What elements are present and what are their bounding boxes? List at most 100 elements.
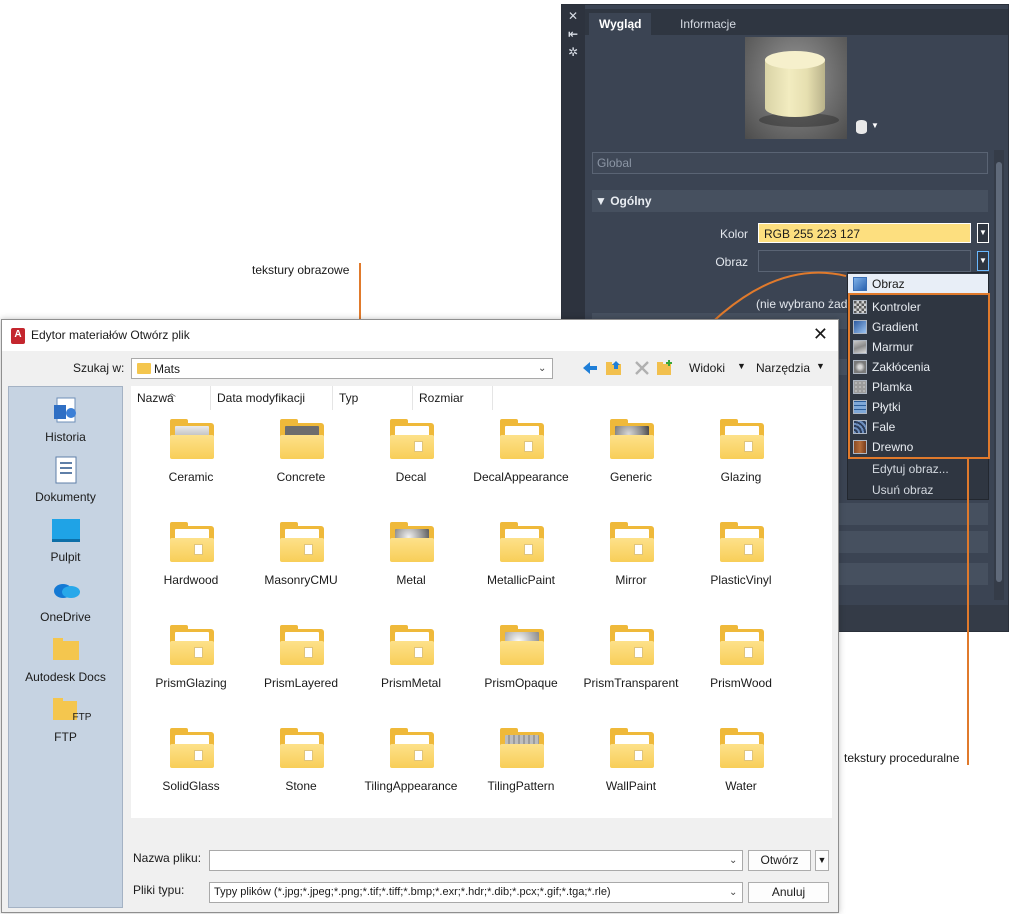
chevron-down-icon: ⌄	[729, 855, 738, 866]
folder-item[interactable]: WallPaint	[576, 728, 686, 822]
folder-item[interactable]: PrismMetal	[356, 625, 466, 719]
desktop-icon	[52, 519, 80, 542]
sort-asc-icon: ︿	[167, 388, 177, 398]
folder-icon	[137, 363, 151, 374]
cancel-button[interactable]: Anuluj	[748, 882, 829, 903]
folder-item[interactable]: DecalAppearance	[466, 419, 576, 513]
place-label: OneDrive	[40, 610, 91, 624]
close-icon[interactable]: ✕	[566, 9, 580, 23]
chevron-down-icon: ▼	[871, 121, 879, 130]
image-menu-button[interactable]: ▼	[977, 251, 989, 271]
file-list[interactable]: ︿ Nazwa Data modyfikacji Typ Rozmiar Cer…	[131, 386, 832, 818]
folder-item[interactable]: SolidGlass	[136, 728, 246, 822]
column-header-size[interactable]: Rozmiar	[413, 386, 493, 410]
section-general-title: Ogólny	[610, 194, 652, 208]
preview-shape-picker[interactable]: ▼	[856, 119, 884, 137]
folder-icon	[500, 625, 544, 665]
autocad-logo-icon: A	[11, 328, 25, 344]
chevron-down-icon: ⌄	[538, 363, 547, 374]
folder-icon	[720, 419, 764, 459]
dialog-titlebar: A Edytor materiałów Otwórz plik ✕	[2, 320, 838, 351]
column-header-name[interactable]: ︿ Nazwa	[131, 386, 211, 410]
folder-item[interactable]: PrismTransparent	[576, 625, 686, 719]
column-header-date[interactable]: Data modyfikacji	[211, 386, 333, 410]
scrollbar-thumb[interactable]	[996, 162, 1002, 582]
folder-item[interactable]: MasonryCMU	[246, 522, 356, 616]
folder-item[interactable]: PrismLayered	[246, 625, 356, 719]
open-button[interactable]: Otwórz	[748, 850, 811, 871]
color-value-field[interactable]: RGB 255 223 127	[758, 223, 971, 243]
file-type-select[interactable]: Typy plików (*.jpg;*.jpeg;*.png;*.tif;*.…	[209, 882, 743, 903]
folder-icon	[720, 625, 764, 665]
folder-icon	[610, 419, 654, 459]
folder-item[interactable]: MetallicPaint	[466, 522, 576, 616]
folder-icon	[390, 728, 434, 768]
folder-item[interactable]: TilingAppearance	[356, 728, 466, 822]
up-folder-icon[interactable]	[605, 359, 623, 377]
file-type-label: Pliki typu:	[133, 883, 185, 897]
folder-item[interactable]: PrismOpaque	[466, 625, 576, 719]
file-type-value: Typy plików (*.jpg;*.jpeg;*.png;*.tif;*.…	[214, 886, 611, 898]
look-in-label: Szukaj w:	[73, 361, 125, 375]
folder-item[interactable]: Metal	[356, 522, 466, 616]
place-label: Pulpit	[50, 550, 81, 564]
tab-informacje[interactable]: Informacje	[670, 13, 746, 35]
delete-icon[interactable]	[633, 359, 651, 377]
folder-icon	[280, 728, 324, 768]
close-icon[interactable]: ✕	[813, 324, 828, 345]
folder-icon	[280, 419, 324, 459]
section-general[interactable]: ▼ Ogólny	[592, 190, 988, 212]
folder-icon	[170, 625, 214, 665]
folder-icon	[390, 625, 434, 665]
folder-icon	[390, 522, 434, 562]
folder-item[interactable]: TilingPattern	[466, 728, 576, 822]
tools-menu-button[interactable]: Narzędzia	[756, 361, 810, 375]
folder-icon	[53, 638, 79, 660]
folder-item[interactable]: Ceramic	[136, 419, 246, 513]
place-label: FTP	[54, 730, 77, 744]
menu-item-obraz[interactable]: Obraz	[848, 274, 988, 294]
palette-scrollbar[interactable]	[994, 150, 1004, 600]
dialog-title: Edytor materiałów Otwórz plik	[31, 328, 190, 342]
material-name-field[interactable]: Global	[592, 152, 988, 174]
folder-item[interactable]: Generic	[576, 419, 686, 513]
folder-item[interactable]: Decal	[356, 419, 466, 513]
color-label: Kolor	[719, 227, 748, 241]
folder-icon	[500, 419, 544, 459]
chevron-down-icon[interactable]: ▼	[816, 361, 825, 371]
callout-procedural-textures: tekstury proceduralne	[844, 751, 960, 765]
folder-item[interactable]: Mirror	[576, 522, 686, 616]
chevron-down-icon[interactable]: ▼	[737, 361, 746, 371]
look-in-value: Mats	[154, 362, 181, 376]
back-arrow-icon[interactable]	[581, 359, 599, 377]
folder-item[interactable]: PrismWood	[686, 625, 796, 719]
file-name-label: Nazwa pliku:	[133, 851, 202, 865]
folder-item[interactable]: Glazing	[686, 419, 796, 513]
color-menu-button[interactable]: ▼	[977, 223, 989, 243]
folder-icon	[610, 625, 654, 665]
look-in-combo[interactable]: Mats ⌄	[131, 358, 553, 379]
tab-wyglad[interactable]: Wygląd	[589, 13, 652, 35]
file-name-input[interactable]: ⌄	[209, 850, 743, 871]
folder-item[interactable]: Stone	[246, 728, 356, 822]
folder-item[interactable]: PlasticVinyl	[686, 522, 796, 616]
column-header-type[interactable]: Typ	[333, 386, 413, 410]
views-menu-button[interactable]: Widoki	[689, 361, 725, 375]
folder-item[interactable]: Concrete	[246, 419, 356, 513]
palette-tabs: Wygląd Informacje	[585, 9, 1008, 35]
folder-icon	[390, 419, 434, 459]
folder-label: Water	[725, 779, 757, 793]
pin-icon[interactable]: ⇤	[566, 27, 580, 41]
cylinder-icon	[856, 120, 867, 134]
procedural-textures-highlight	[848, 293, 990, 459]
folder-item[interactable]: PrismGlazing	[136, 625, 246, 719]
folder-item[interactable]: Hardwood	[136, 522, 246, 616]
new-folder-icon[interactable]	[656, 359, 674, 377]
places-bar: Historia Dokumenty Pulpit OneDrive Autod…	[8, 386, 123, 908]
settings-icon[interactable]: ✲	[566, 45, 580, 59]
open-options-button[interactable]: ▼	[815, 850, 829, 871]
folder-item[interactable]: Water	[686, 728, 796, 822]
folder-icon	[280, 522, 324, 562]
callout-line-procedural	[967, 459, 969, 765]
history-icon	[54, 397, 76, 423]
